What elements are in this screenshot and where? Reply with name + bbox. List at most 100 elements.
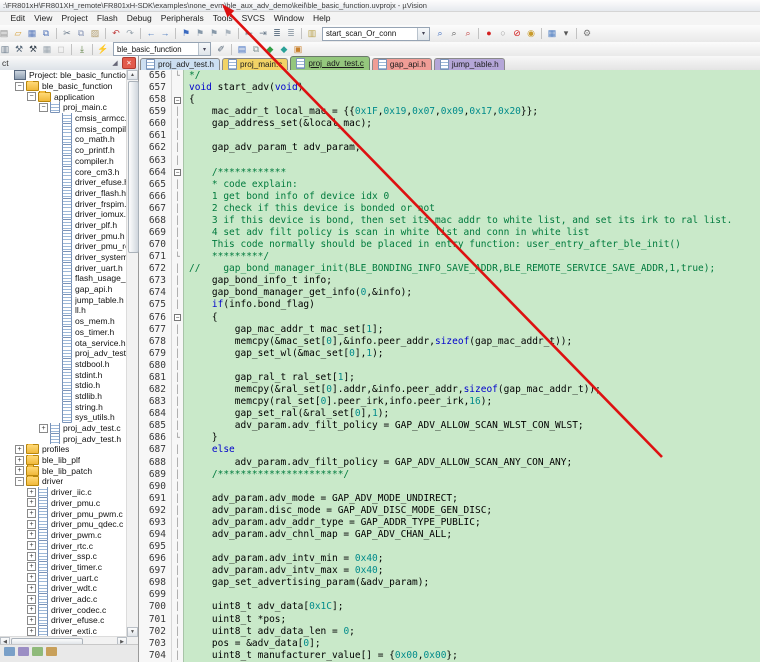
tree-item[interactable]: +proj_adv_test.c — [0, 423, 127, 434]
fold-collapse-icon[interactable]: − — [174, 169, 181, 176]
editor-tab-jump_table.h[interactable]: jump_table.h — [434, 58, 505, 70]
rebuild-all-icon[interactable]: ⚒ — [26, 43, 40, 56]
tree-item[interactable]: os_timer.h — [0, 327, 127, 338]
tree-expander-icon[interactable]: − — [27, 92, 36, 101]
fold-collapse-icon[interactable]: − — [174, 97, 181, 104]
tree-item[interactable]: +driver_ssp.c — [0, 551, 127, 562]
menu-window[interactable]: Window — [269, 12, 308, 25]
target-select-combobox[interactable]: ble_basic_function▾ — [113, 42, 211, 56]
tree-item[interactable]: +driver_pmu_qdec.c — [0, 519, 127, 530]
code-editor[interactable]: 656└*/657void start_adv(void)658−{659│ m… — [139, 70, 760, 662]
select-software-packs-icon[interactable]: ◆ — [277, 43, 291, 56]
paste-icon[interactable]: ▨ — [88, 27, 102, 40]
menu-view[interactable]: View — [30, 12, 57, 25]
tree-expander-icon[interactable]: + — [15, 466, 24, 475]
tree-expander-icon[interactable]: + — [27, 573, 36, 582]
menu-edit[interactable]: Edit — [6, 12, 30, 25]
vscroll-thumb[interactable] — [128, 81, 139, 253]
tree-item[interactable]: stdlib.h — [0, 391, 127, 402]
tree-item[interactable]: driver_system.h — [0, 252, 127, 263]
stop-build-icon[interactable]: ◻ — [54, 43, 68, 56]
indent-right-icon[interactable]: ⇥ — [256, 27, 270, 40]
incremental-find-icon[interactable]: ⌕ — [461, 27, 475, 40]
tree-item[interactable]: +driver_wdt.c — [0, 583, 127, 594]
chevron-down-icon[interactable]: ▾ — [417, 28, 429, 40]
new-file-icon[interactable]: ▤ — [0, 27, 11, 40]
tree-expander-icon[interactable]: + — [27, 584, 36, 593]
tree-item[interactable]: core_cm3.h — [0, 166, 127, 177]
tree-item[interactable]: +driver_iic.c — [0, 487, 127, 498]
menu-tools[interactable]: Tools — [208, 12, 237, 25]
tree-item[interactable]: +driver_exti.c — [0, 626, 127, 637]
window-titlebar[interactable]: :\FR801xH\FR801XH_remote\FR801xH-SDK\exa… — [0, 0, 760, 12]
tree-item[interactable]: driver_flash.h — [0, 188, 127, 199]
cut-icon[interactable]: ✂ — [60, 27, 74, 40]
tree-item[interactable]: +driver_adc.c — [0, 594, 127, 605]
menu-peripherals[interactable]: Peripherals — [156, 12, 208, 25]
menu-debug[interactable]: Debug — [122, 12, 156, 25]
tree-expander-icon[interactable]: + — [27, 595, 36, 604]
chevron-down-icon[interactable]: ▾ — [198, 43, 210, 55]
chevron-down-icon[interactable]: ▾ — [559, 27, 573, 40]
tree-item[interactable]: +driver_pmu_pwm.c — [0, 508, 127, 519]
indent-left-icon[interactable]: ⇤ — [242, 27, 256, 40]
tree-item[interactable]: driver_uart.h — [0, 262, 127, 273]
tree-item[interactable]: cmsis_compiler.h — [0, 123, 127, 134]
tree-item[interactable]: +driver_efuse.c — [0, 615, 127, 626]
tree-expander-icon[interactable]: + — [27, 627, 36, 636]
redo-icon[interactable]: ↷ — [123, 27, 137, 40]
manage-rte-icon[interactable]: ◆ — [263, 43, 277, 56]
tree-item[interactable]: driver_pmu.h — [0, 230, 127, 241]
breakpoint-enable-all-icon[interactable]: ◉ — [524, 27, 538, 40]
bottom-panel-tab-icon[interactable] — [4, 647, 15, 656]
pin-icon[interactable]: ◢ — [110, 58, 120, 68]
download-icon[interactable]: ⤓ — [75, 43, 89, 56]
tree-item[interactable]: stdbool.h — [0, 359, 127, 370]
tree-item[interactable]: +ble_lib_patch — [0, 465, 127, 476]
debug-session-icon[interactable]: ⚡ — [96, 43, 110, 56]
close-icon[interactable]: ✕ — [122, 57, 136, 69]
tree-expander-icon[interactable]: − — [15, 477, 24, 486]
tree-item[interactable]: +driver_uart.c — [0, 572, 127, 583]
editor-tab-proj_adv_test.h[interactable]: proj_adv_test.h — [140, 58, 220, 70]
bookmark-toggle-icon[interactable]: ⚑ — [179, 27, 193, 40]
tree-item[interactable]: proj_adv_test.h — [0, 348, 127, 359]
tree-item[interactable]: +profiles — [0, 444, 127, 455]
find-icon[interactable]: ⌕ — [447, 27, 461, 40]
fold-collapse-icon[interactable]: − — [174, 314, 181, 321]
batch-build-icon[interactable]: ▦ — [40, 43, 54, 56]
tree-item[interactable]: Project: ble_basic_function — [0, 70, 127, 81]
tree-expander-icon[interactable]: − — [39, 103, 48, 112]
navigate-forward-icon[interactable]: → — [158, 27, 172, 40]
tree-item[interactable]: +driver_pmu.c — [0, 498, 127, 509]
tree-expander-icon[interactable]: + — [27, 488, 36, 497]
tree-item[interactable]: co_math.h — [0, 134, 127, 145]
tree-item[interactable]: +driver_timer.c — [0, 562, 127, 573]
menu-help[interactable]: Help — [309, 12, 335, 25]
tree-expander-icon[interactable]: + — [39, 424, 48, 433]
tree-expander-icon[interactable]: + — [27, 530, 36, 539]
scroll-down-icon[interactable]: ▼ — [127, 627, 138, 637]
tree-item[interactable]: driver_pmu_regs.h — [0, 241, 127, 252]
tree-expander-icon[interactable]: + — [27, 509, 36, 518]
tree-item[interactable]: −proj_main.c — [0, 102, 127, 113]
breakpoint-icon[interactable]: ● — [482, 27, 496, 40]
tree-item[interactable]: stdio.h — [0, 380, 127, 391]
tree-item[interactable]: +driver_codec.c — [0, 604, 127, 615]
tree-expander-icon[interactable]: − — [15, 82, 24, 91]
scroll-up-icon[interactable]: ▲ — [127, 70, 138, 80]
tree-item[interactable]: co_printf.h — [0, 145, 127, 156]
tree-item[interactable]: compiler.h — [0, 156, 127, 167]
bottom-panel-tab-icon[interactable] — [32, 647, 43, 656]
navigate-back-icon[interactable]: ← — [144, 27, 158, 40]
menu-svcs[interactable]: SVCS — [237, 12, 269, 25]
tree-expander-icon[interactable]: + — [15, 445, 24, 454]
tree-expander-icon[interactable]: + — [27, 498, 36, 507]
tree-expander-icon[interactable]: + — [15, 456, 24, 465]
tree-item[interactable]: driver_plf.h — [0, 220, 127, 231]
build-icon[interactable]: ⚒ — [12, 43, 26, 56]
translate-file-icon[interactable]: ▥ — [0, 43, 12, 56]
bottom-panel-tab-icon[interactable] — [46, 647, 57, 656]
tree-item[interactable]: string.h — [0, 401, 127, 412]
tree-item[interactable]: os_mem.h — [0, 316, 127, 327]
